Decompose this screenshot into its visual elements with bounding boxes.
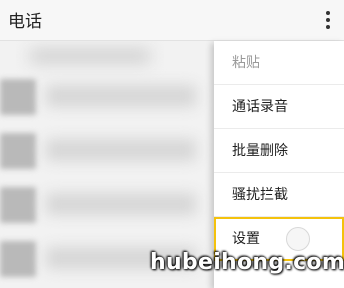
avatar [0, 187, 36, 223]
app-bar: 电话 [0, 0, 344, 41]
list-item[interactable] [0, 71, 214, 123]
menu-item-label: 批量删除 [232, 143, 288, 159]
blurred-text [46, 85, 196, 107]
menu-item-label: 骚扰拦截 [232, 187, 288, 203]
menu-item-label: 通话录音 [232, 99, 288, 115]
menu-item-paste[interactable]: 粘贴 [214, 41, 344, 85]
more-dot-icon [326, 25, 330, 29]
more-options-button[interactable] [318, 6, 338, 34]
avatar [0, 133, 36, 169]
menu-item-batch-delete[interactable]: 批量删除 [214, 129, 344, 173]
menu-item-label: 粘贴 [232, 55, 260, 71]
app-title: 电话 [8, 12, 42, 32]
more-dot-icon [326, 18, 330, 22]
watermark: hubeihong.com [150, 250, 344, 275]
blurred-text [46, 139, 196, 161]
touch-ripple [286, 227, 310, 251]
menu-item-harassment-block[interactable]: 骚扰拦截 [214, 173, 344, 217]
list-item[interactable] [0, 179, 214, 231]
avatar [0, 79, 36, 115]
blurred-text [46, 193, 196, 215]
menu-item-call-recording[interactable]: 通话录音 [214, 85, 344, 129]
blurred-text [30, 49, 150, 63]
avatar [0, 241, 36, 277]
list-item[interactable] [0, 125, 214, 177]
more-dot-icon [326, 11, 330, 15]
menu-item-label: 设置 [232, 231, 260, 247]
